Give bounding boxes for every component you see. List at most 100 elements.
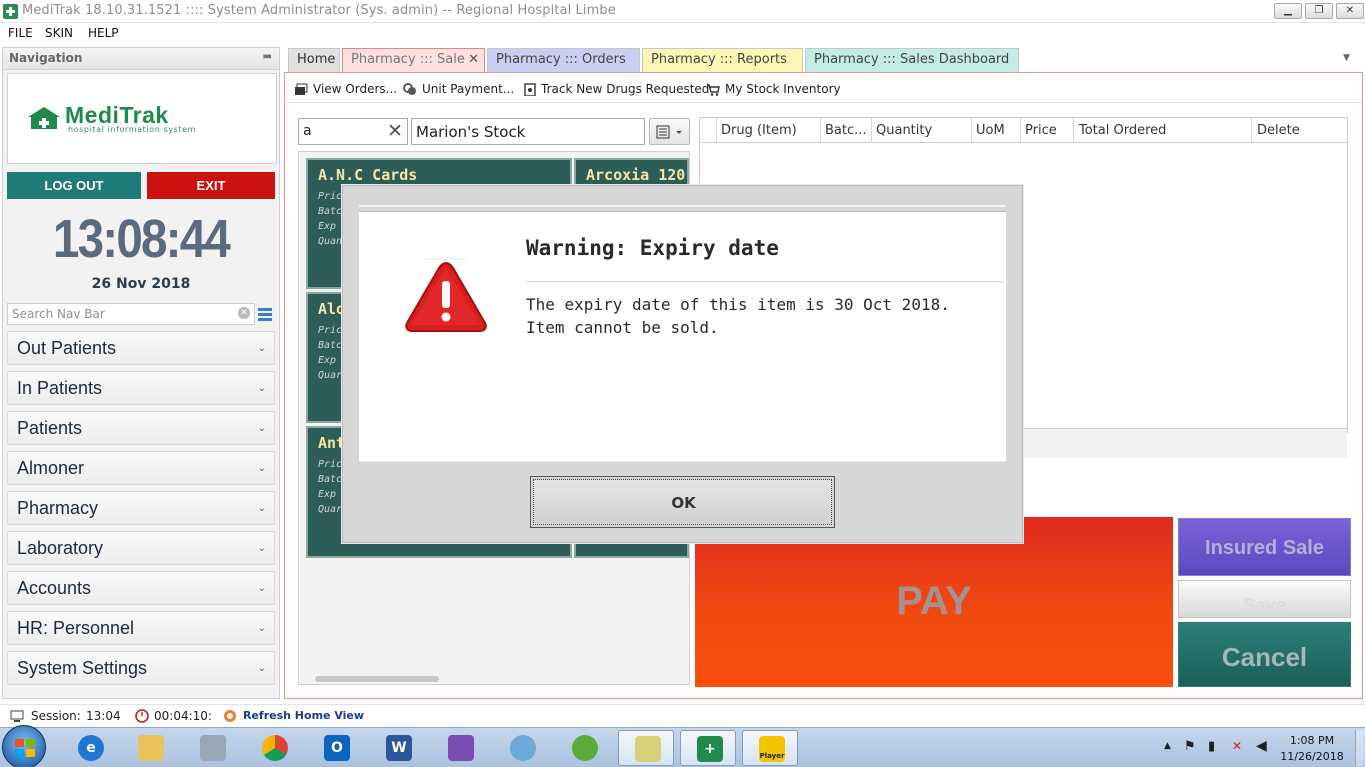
column-header-batch[interactable]: Batc... xyxy=(825,123,867,138)
close-tab-icon[interactable]: ✕ xyxy=(468,49,479,71)
refresh-home-view-link[interactable]: Refresh Home View xyxy=(243,709,364,722)
stock-selector[interactable]: Marion's Stock xyxy=(411,118,645,145)
chevron-down-icon: ⌄ xyxy=(257,623,266,634)
internet-explorer-taskbar-button[interactable]: e xyxy=(62,730,118,766)
player-label: Player xyxy=(759,752,785,760)
nav-group-label: Laboratory xyxy=(17,538,104,558)
windows-taskbar: e O W + Player ▲ ⚑ ▮ ✕ ◀ 1:08 PM 11/26/2… xyxy=(0,725,1365,767)
ok-button[interactable]: OK xyxy=(530,476,835,528)
word-taskbar-button[interactable]: W xyxy=(370,730,426,766)
column-header-delete[interactable]: Delete xyxy=(1257,123,1300,138)
pin-icon[interactable]: ▬ xyxy=(263,51,272,62)
windows-logo-icon xyxy=(15,739,35,757)
warning-icon xyxy=(405,258,487,332)
minimize-button[interactable]: ▁ xyxy=(1274,3,1302,19)
unit-payment-icon xyxy=(403,83,416,95)
navigation-panel: Navigation ▬ MediTrak hospital informati… xyxy=(2,47,280,699)
volume-icon[interactable]: ◀ xyxy=(1256,738,1267,754)
stock-list-button[interactable] xyxy=(649,118,690,145)
nav-group-patients[interactable]: Patients ⌄ xyxy=(7,411,275,445)
nav-group-almoner[interactable]: Almoner ⌄ xyxy=(7,451,275,485)
player-taskbar-button[interactable]: Player xyxy=(742,730,798,766)
restore-button[interactable]: ❐ xyxy=(1305,3,1333,19)
view-orders-icon xyxy=(295,83,308,95)
cancel-button[interactable]: Cancel xyxy=(1178,622,1351,687)
tab-pharmacy-reports[interactable]: Pharmacy ::: Reports xyxy=(642,48,803,72)
nav-group-accounts[interactable]: Accounts ⌄ xyxy=(7,571,275,605)
show-hidden-icons[interactable]: ▲ xyxy=(1164,741,1171,751)
grid-header: Drug (Item) Batc... Quantity UoM Price T… xyxy=(700,118,1347,143)
tools-icon xyxy=(200,735,226,761)
tab-list-dropdown-icon[interactable]: ▼ xyxy=(1343,53,1350,63)
drug-card-name: Arcoxia 120 xyxy=(586,166,686,184)
meditrak-taskbar-button[interactable]: + xyxy=(680,730,736,766)
column-header-total-ordered[interactable]: Total Ordered xyxy=(1079,123,1166,138)
exit-button[interactable]: EXIT xyxy=(147,172,275,199)
close-button[interactable]: ✕ xyxy=(1336,3,1364,19)
visual-studio-icon xyxy=(448,735,474,761)
horizontal-scrollbar[interactable] xyxy=(305,674,685,684)
taskbar-date[interactable]: 11/26/2018 xyxy=(1274,750,1350,763)
nav-group-pharmacy[interactable]: Pharmacy ⌄ xyxy=(7,491,275,525)
device-icon[interactable]: ▮ xyxy=(1208,739,1215,754)
sticky-notes-taskbar-button[interactable] xyxy=(618,730,674,766)
unit-payment-button[interactable]: Unit Payment... xyxy=(422,82,514,96)
insured-sale-button[interactable]: Insured Sale xyxy=(1178,518,1351,576)
meditrak-logo: MediTrak hospital information system xyxy=(7,73,277,164)
nav-group-system-settings[interactable]: System Settings ⌄ xyxy=(7,651,275,685)
cloud-app-taskbar-button[interactable] xyxy=(494,730,550,766)
menu-help[interactable]: HELP xyxy=(88,26,119,40)
logout-button[interactable]: LOG OUT xyxy=(7,172,141,199)
dialog-divider xyxy=(526,281,1004,283)
item-search-input[interactable]: a ✕ xyxy=(298,118,408,145)
refresh-icon xyxy=(224,710,236,722)
column-header-quantity[interactable]: Quantity xyxy=(876,123,932,138)
visual-studio-taskbar-button[interactable] xyxy=(432,730,488,766)
my-stock-inventory-button[interactable]: My Stock Inventory xyxy=(725,82,841,96)
chevron-down-icon: ⌄ xyxy=(257,663,266,674)
column-divider xyxy=(820,118,821,143)
menu-file[interactable]: FILE xyxy=(8,26,33,40)
scrollbar-thumb[interactable] xyxy=(315,676,439,682)
nav-group-in-patients[interactable]: In Patients ⌄ xyxy=(7,371,275,405)
window-title-bar: MediTrak 18.10.31.1521 :::: System Admin… xyxy=(0,0,1365,23)
network-warning-icon[interactable]: ✕ xyxy=(1232,739,1242,753)
drug-card-line: Quan xyxy=(318,236,343,247)
save-button[interactable]: Save xyxy=(1178,580,1351,618)
tab-pharmacy-sale[interactable]: Pharmacy ::: Sale ✕ xyxy=(342,48,485,72)
list-view-icon xyxy=(656,125,682,139)
tab-pharmacy-orders[interactable]: Pharmacy ::: Orders xyxy=(487,48,640,72)
clover-app-taskbar-button[interactable] xyxy=(556,730,612,766)
nav-group-label: Out Patients xyxy=(17,338,117,358)
nav-group-hr-personnel[interactable]: HR: Personnel ⌄ xyxy=(7,611,275,645)
column-header-price[interactable]: Price xyxy=(1025,123,1057,138)
toolbar: View Orders... Unit Payment... Track New… xyxy=(285,75,1362,103)
elapsed-time: 00:04:10: xyxy=(154,709,212,723)
action-center-flag-icon[interactable]: ⚑ xyxy=(1184,739,1196,754)
track-new-drugs-button[interactable]: Track New Drugs Requested xyxy=(541,82,709,96)
menu-skin[interactable]: SKIN xyxy=(45,26,73,40)
session-time: 13:04 xyxy=(86,709,121,723)
start-button[interactable] xyxy=(2,725,46,767)
file-explorer-taskbar-button[interactable] xyxy=(122,730,178,766)
chrome-taskbar-button[interactable] xyxy=(246,730,302,766)
search-options-icon[interactable] xyxy=(257,306,273,322)
taskbar-time[interactable]: 1:08 PM xyxy=(1274,734,1350,747)
tools-taskbar-button[interactable] xyxy=(184,730,240,766)
nav-search-input[interactable]: Search Nav Bar ✕ xyxy=(7,303,255,325)
show-desktop-button[interactable] xyxy=(1355,730,1364,766)
nav-group-laboratory[interactable]: Laboratory ⌄ xyxy=(7,531,275,565)
column-header-drug[interactable]: Drug (Item) xyxy=(721,123,797,138)
folder-icon xyxy=(138,735,164,761)
word-icon: W xyxy=(386,735,412,761)
drug-card-line: Quar xyxy=(318,370,343,381)
nav-group-out-patients[interactable]: Out Patients ⌄ xyxy=(7,331,275,365)
tab-home[interactable]: Home xyxy=(288,48,340,72)
column-header-uom[interactable]: UoM xyxy=(976,123,1005,138)
tab-pharmacy-sales-dashboard[interactable]: Pharmacy ::: Sales Dashboard xyxy=(805,48,1019,72)
clear-search-icon[interactable]: ✕ xyxy=(387,120,403,142)
column-divider xyxy=(1020,118,1021,143)
clear-search-icon[interactable]: ✕ xyxy=(238,307,250,319)
view-orders-button[interactable]: View Orders... xyxy=(313,82,397,96)
outlook-taskbar-button[interactable]: O xyxy=(308,730,364,766)
